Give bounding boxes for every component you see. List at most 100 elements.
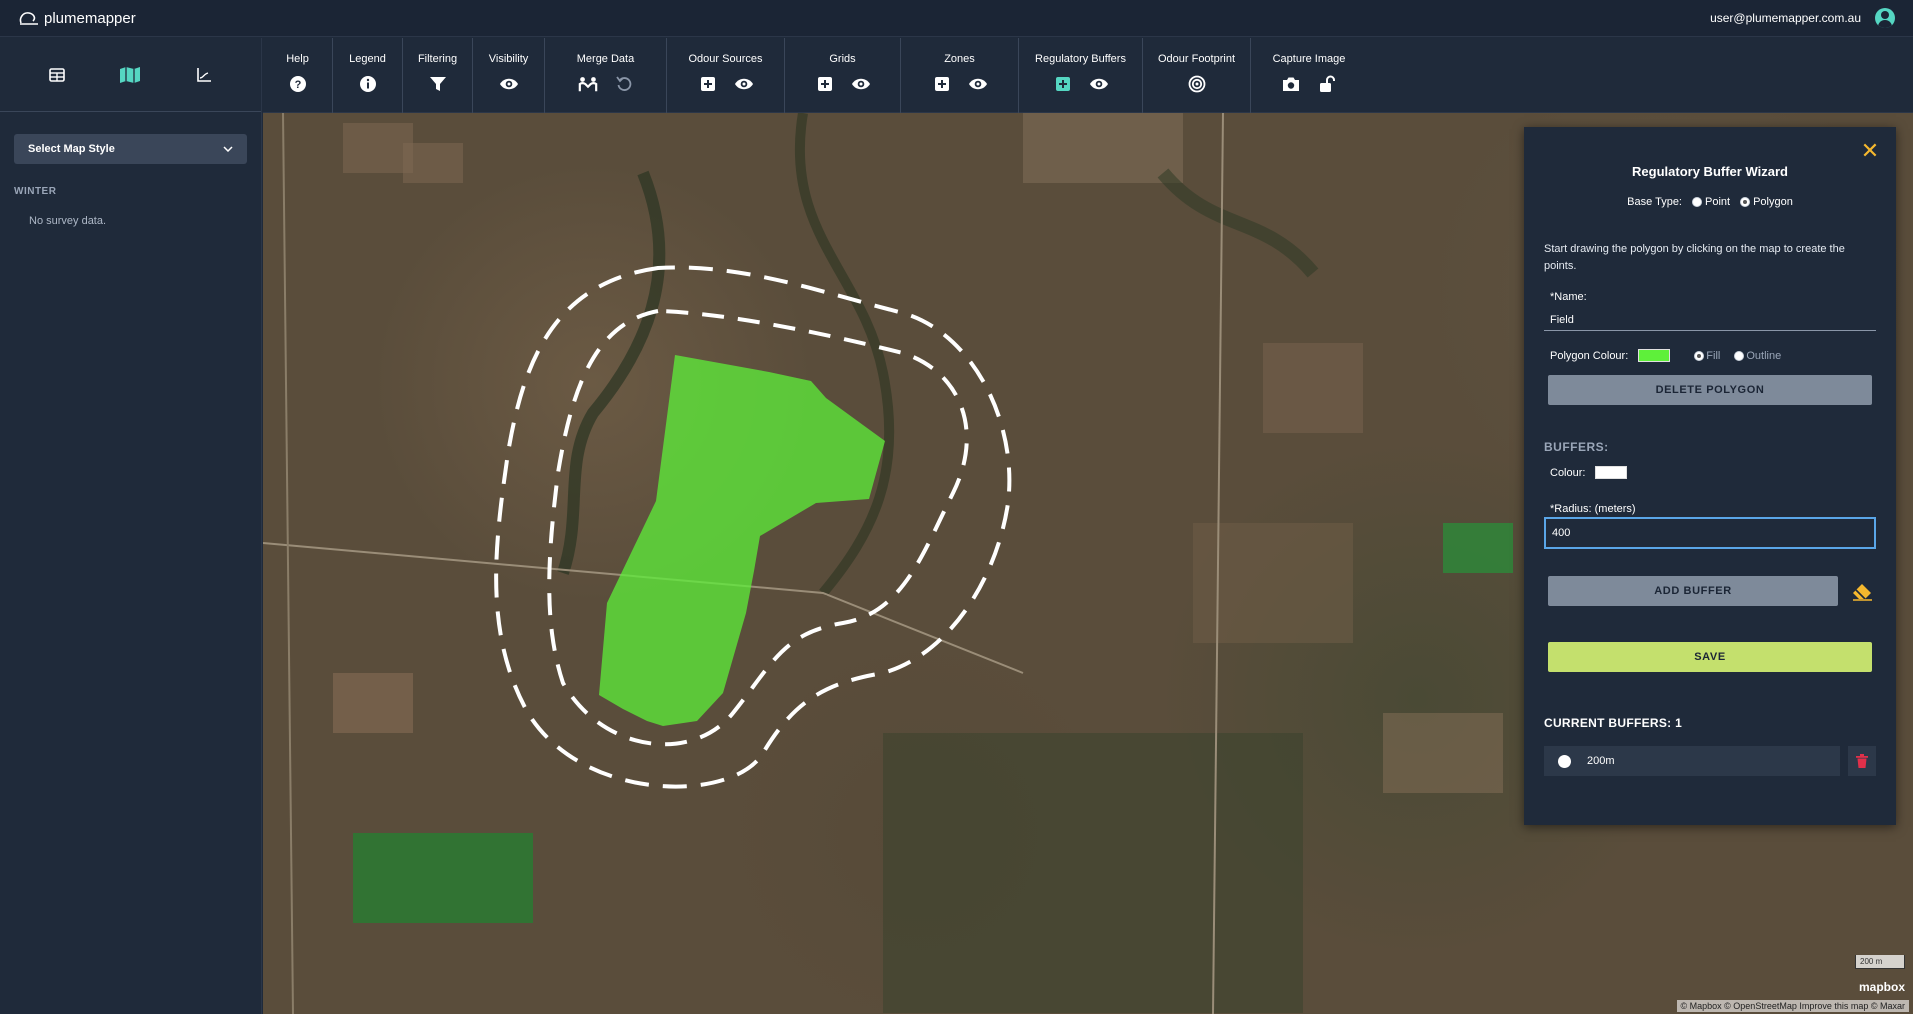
- paddock: [1263, 343, 1363, 433]
- base-type-row: Base Type: Point Polygon: [1544, 196, 1876, 208]
- eye-icon[interactable]: [499, 74, 519, 94]
- grids-eye-icon[interactable]: [851, 74, 871, 94]
- toolbar-label-visibility: Visibility: [488, 53, 529, 65]
- odour-sources-eye-icon[interactable]: [734, 74, 754, 94]
- buffer-item[interactable]: 200m: [1544, 746, 1840, 776]
- current-buffers-heading: CURRENT BUFFERS: 1: [1544, 716, 1683, 730]
- add-zone-icon[interactable]: [932, 74, 952, 94]
- trash-icon[interactable]: [1848, 746, 1876, 776]
- add-buffer-button[interactable]: ADD BUFFER: [1548, 576, 1838, 606]
- camera-icon[interactable]: [1281, 74, 1301, 94]
- radio-point-dot: [1692, 197, 1702, 207]
- map-attribution[interactable]: © Mapbox © OpenStreetMap Improve this ma…: [1676, 1000, 1909, 1012]
- add-odour-source-icon[interactable]: [698, 74, 718, 94]
- toolbar-group-merge-data: Merge Data: [545, 38, 667, 113]
- base-type-polygon-radio[interactable]: Polygon: [1740, 196, 1793, 208]
- radio-fill-dot: [1694, 350, 1705, 361]
- sidebar-tab-table[interactable]: [35, 53, 79, 97]
- toolbar-group-odour-footprint: Odour Footprint: [1143, 38, 1251, 113]
- delete-polygon-button[interactable]: DELETE POLYGON: [1548, 375, 1872, 405]
- base-type-point-radio[interactable]: Point: [1692, 196, 1730, 208]
- no-survey-data-text: No survey data.: [29, 215, 107, 227]
- map-toolbar: Help ? Legend Filtering Visibility Merge…: [263, 38, 1913, 113]
- sidebar-tab-chart[interactable]: [182, 53, 226, 97]
- buffer-colour-swatch[interactable]: [1595, 466, 1628, 479]
- paddock: [403, 143, 463, 183]
- wizard-title: Regulatory Buffer Wizard: [1632, 164, 1788, 179]
- toolbar-group-help: Help ?: [263, 38, 333, 113]
- sidebar-tab-map[interactable]: [108, 53, 152, 97]
- road: [282, 113, 294, 1014]
- toolbar-group-regulatory-buffers: Regulatory Buffers: [1019, 38, 1143, 113]
- name-label: *Name:: [1550, 291, 1587, 303]
- tree-belt: [1157, 168, 1319, 278]
- zones-eye-icon[interactable]: [968, 74, 988, 94]
- buffers-heading: BUFFERS:: [1544, 440, 1609, 454]
- polygon-colour-swatch[interactable]: [1638, 349, 1671, 362]
- radio-outline-dot: [1734, 350, 1745, 361]
- svg-text:?: ?: [294, 79, 301, 91]
- season-heading: WINTER: [14, 186, 57, 197]
- map-style-label: Select Map Style: [28, 143, 115, 155]
- toolbar-group-legend: Legend: [333, 38, 403, 113]
- info-icon[interactable]: [358, 74, 378, 94]
- paddock: [343, 123, 413, 173]
- tree-belt: [557, 170, 666, 575]
- mapbox-logo[interactable]: mapbox: [1859, 980, 1905, 994]
- tree-belt: [794, 113, 895, 597]
- buffer-list-item: 200m: [1544, 746, 1876, 776]
- add-grid-icon[interactable]: [815, 74, 835, 94]
- toolbar-label-grids: Grids: [829, 53, 856, 65]
- buffer-colour-dot: [1558, 754, 1571, 768]
- regulatory-buffers-eye-icon[interactable]: [1089, 74, 1109, 94]
- add-regulatory-buffer-icon[interactable]: [1053, 74, 1073, 94]
- avatar-icon[interactable]: [1875, 8, 1895, 28]
- logo-text: plumemapper: [44, 9, 136, 27]
- top-bar: plumemapper user@plumemapper.com.au: [0, 0, 1913, 37]
- toolbar-group-odour-sources: Odour Sources: [667, 38, 785, 113]
- unlock-icon[interactable]: [1317, 74, 1337, 94]
- user-email: user@plumemapper.com.au: [1710, 11, 1861, 25]
- radius-label: *Radius: (meters): [1550, 503, 1636, 515]
- buffer-colour-label: Colour:: [1550, 466, 1586, 479]
- paddock: [1383, 713, 1503, 793]
- name-field[interactable]: [1544, 309, 1876, 331]
- buffer-colour-row: Colour:: [1550, 466, 1876, 479]
- toolbar-label-filtering: Filtering: [417, 53, 458, 65]
- help-icon[interactable]: ?: [288, 74, 308, 94]
- app-logo[interactable]: plumemapper: [18, 9, 136, 27]
- target-icon[interactable]: [1187, 74, 1207, 94]
- sidebar-tabs: [0, 38, 261, 112]
- eraser-icon[interactable]: [1848, 577, 1876, 605]
- toolbar-label-odour-sources: Odour Sources: [688, 53, 763, 65]
- filter-icon[interactable]: [428, 74, 448, 94]
- map-style-select[interactable]: Select Map Style: [14, 134, 247, 164]
- toolbar-group-zones: Zones: [901, 38, 1019, 113]
- outline-radio[interactable]: Outline: [1734, 350, 1781, 362]
- fill-label: Fill: [1706, 349, 1721, 362]
- buffer-item-label: 200m: [1587, 755, 1615, 767]
- toolbar-label-odour-footprint: Odour Footprint: [1157, 53, 1236, 65]
- close-icon[interactable]: ✕: [1856, 137, 1884, 165]
- map-icon: [120, 66, 141, 83]
- paddock: [333, 673, 413, 733]
- save-button[interactable]: SAVE: [1548, 642, 1872, 672]
- toolbar-label-regulatory-buffers: Regulatory Buffers: [1035, 53, 1126, 65]
- fill-radio[interactable]: Fill: [1694, 350, 1720, 362]
- undo-icon[interactable]: [614, 74, 634, 94]
- woodland: [883, 733, 1303, 1013]
- toolbar-group-grids: Grids: [785, 38, 901, 113]
- base-type-point-label: Point: [1705, 196, 1731, 208]
- polygon-colour-label: Polygon Colour:: [1550, 349, 1629, 362]
- toolbar-label-zones: Zones: [944, 53, 975, 65]
- merge-icon[interactable]: [578, 74, 598, 94]
- radio-polygon-dot: [1740, 197, 1751, 207]
- green-paddock: [1443, 523, 1513, 573]
- plume-logo-icon: [19, 12, 38, 25]
- radius-field[interactable]: [1544, 517, 1876, 549]
- left-sidebar: Select Map Style WINTER No survey data.: [0, 38, 262, 1014]
- toolbar-label-capture-image: Capture Image: [1272, 53, 1346, 65]
- field-polygon[interactable]: [599, 355, 885, 726]
- table-icon: [49, 67, 65, 82]
- add-buffer-row: ADD BUFFER: [1548, 576, 1876, 606]
